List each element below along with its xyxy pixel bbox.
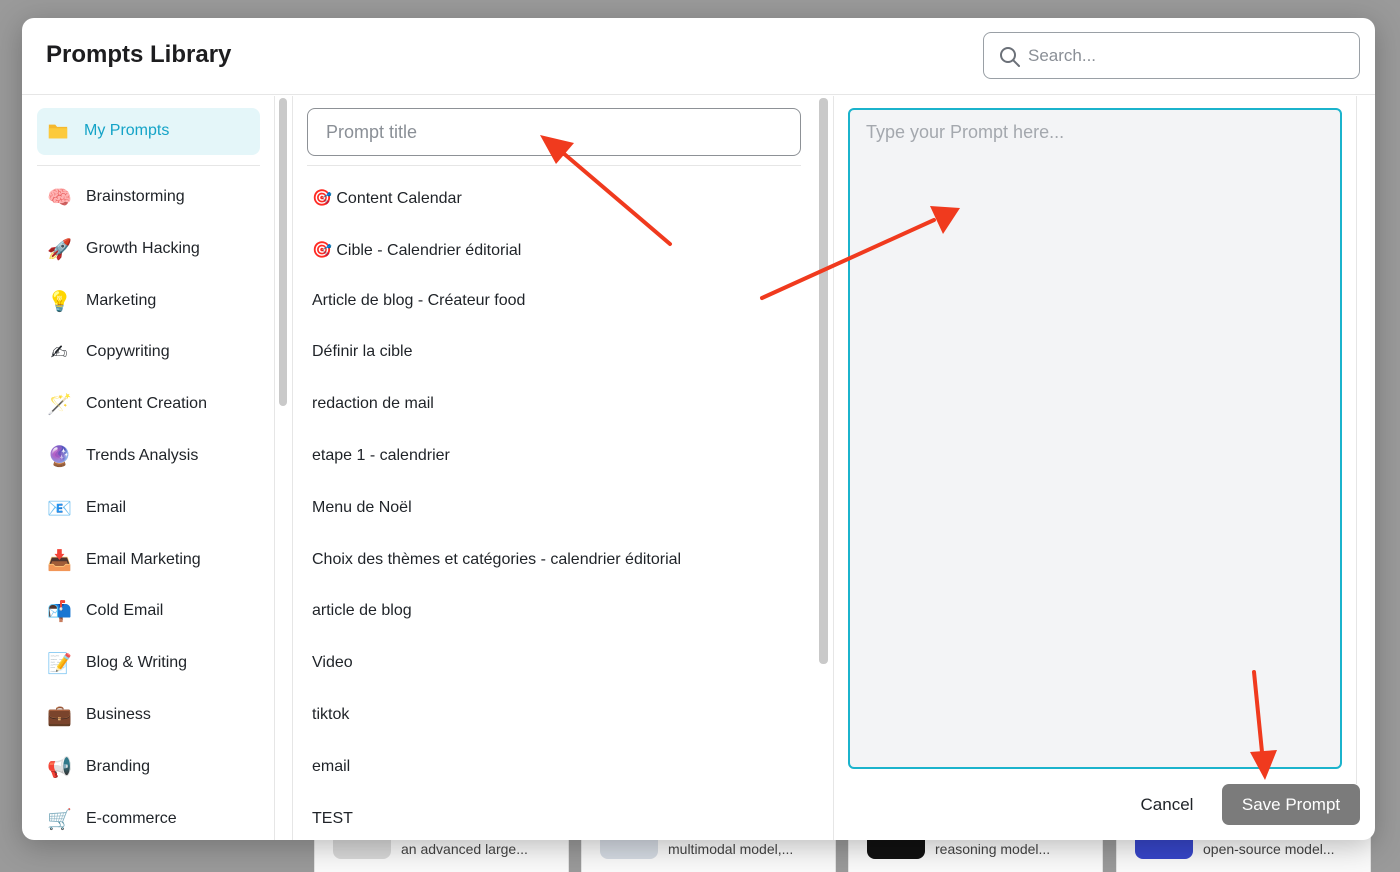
prompt-list-item[interactable]: Video (293, 638, 816, 690)
list-divider (307, 165, 801, 166)
sidebar-item-trends-analysis[interactable]: 🔮 Trends Analysis (22, 431, 274, 483)
search-box[interactable] (983, 32, 1360, 79)
prompt-item-title: article de blog (312, 602, 412, 620)
prompt-list-item[interactable]: Menu de Noël (293, 483, 816, 535)
megaphone-icon: 📢 (47, 756, 72, 779)
sidebar-item-email-marketing[interactable]: 📥 Email Marketing (22, 535, 274, 587)
shopping-cart-icon: 🛒 (47, 808, 72, 831)
sidebar-item-label: Trends Analysis (86, 446, 199, 464)
prompt-list-item[interactable]: 🎯 Content Calendar (293, 172, 816, 224)
prompt-item-title: Menu de Noël (312, 498, 412, 516)
category-sidebar: My Prompts 🧠 Brainstorming 🚀 Growth Hacking… (22, 96, 275, 840)
brain-icon: 🧠 (47, 187, 72, 209)
email-icon: 📧 (47, 497, 72, 520)
prompt-list-item[interactable]: etape 1 - calendrier (293, 431, 816, 483)
sidebar-item-label: Copywriting (86, 343, 170, 361)
sidebar-item-email[interactable]: 📧 Email (22, 483, 274, 535)
sidebar-item-label: Marketing (86, 291, 157, 309)
sidebar-item-label: Blog & Writing (86, 654, 188, 672)
sidebar-item-business[interactable]: 💼 Business (22, 690, 274, 742)
prompt-body-textarea[interactable] (848, 108, 1342, 769)
writing-hand-icon: ✍ (50, 342, 68, 365)
prompt-list-item[interactable]: article de blog (293, 586, 816, 638)
sidebar-item-label: Business (86, 705, 151, 723)
prompt-list-item[interactable]: Définir la cible (293, 327, 816, 379)
sidebar-item-cold-email[interactable]: 📬 Cold Email (22, 586, 274, 638)
prompt-item-title: 🎯 Cible - Calendrier éditorial (312, 241, 522, 259)
memo-icon: 📝 (47, 653, 72, 676)
prompt-item-title: tiktok (312, 705, 350, 723)
sidebar-item-label: My Prompts (84, 122, 170, 139)
prompt-list: 🎯 Content Calendar 🎯 Cible - Calendrier é… (293, 172, 816, 840)
model-description: multimodal model,... (668, 841, 794, 857)
model-description: reasoning model... (935, 841, 1051, 857)
magic-wand-icon: 🪄 (47, 394, 72, 417)
sidebar-item-content-creation[interactable]: 🪄 Content Creation (22, 379, 274, 431)
save-prompt-button[interactable]: Save Prompt (1222, 784, 1360, 825)
prompt-list-item[interactable]: Choix des thèmes et catégories - calendr… (293, 535, 816, 587)
sidebar-item-label: Email Marketing (86, 550, 201, 568)
prompt-list-item[interactable]: 🎯 Cible - Calendrier éditorial (293, 224, 816, 276)
sidebar-item-copywriting[interactable]: ✍ Copywriting (22, 327, 274, 379)
briefcase-icon: 💼 (47, 704, 72, 727)
model-description: open-source model... (1203, 841, 1335, 857)
crystal-ball-icon: 🔮 (47, 445, 72, 468)
lightbulb-icon: 💡 (47, 290, 72, 313)
sidebar-item-blog-writing[interactable]: 📝 Blog & Writing (22, 638, 274, 690)
prompt-list-column: 🎯 Content Calendar 🎯 Cible - Calendrier é… (293, 96, 816, 840)
sidebar-item-label: Brainstorming (86, 188, 185, 205)
modal-title: Prompts Library (46, 41, 232, 68)
editor-edge-divider (1356, 96, 1357, 784)
modal-header: Prompts Library (22, 18, 1375, 95)
cancel-button[interactable]: Cancel (1120, 784, 1214, 825)
sidebar-item-label: Email (86, 498, 127, 516)
prompt-item-title: TEST (312, 809, 353, 827)
inbox-tray-icon: 📥 (47, 549, 72, 572)
prompt-item-title: Article de blog - Créateur food (312, 291, 526, 309)
sidebar-scrollbar[interactable] (279, 98, 287, 406)
prompt-item-title: Video (312, 654, 353, 672)
model-description: an advanced large... (401, 841, 528, 857)
prompt-list-item[interactable]: redaction de mail (293, 379, 816, 431)
sidebar-item-growth-hacking[interactable]: 🚀 Growth Hacking (22, 224, 274, 276)
prompts-library-modal: Prompts Library My Prompts 🧠 Brainstormin… (22, 18, 1375, 840)
sidebar-divider (37, 165, 260, 166)
sidebar-item-my-prompts[interactable]: My Prompts (37, 108, 260, 155)
search-icon (1000, 47, 1020, 67)
prompt-list-item[interactable]: email (293, 742, 816, 794)
prompt-list-item[interactable]: TEST (293, 794, 816, 840)
prompt-item-title: Définir la cible (312, 343, 413, 361)
sidebar-item-label: Branding (86, 757, 151, 775)
sidebar-item-label: Growth Hacking (86, 239, 200, 257)
prompt-list-scrollbar[interactable] (819, 98, 828, 664)
prompt-item-title: etape 1 - calendrier (312, 446, 450, 464)
rocket-icon: 🚀 (47, 238, 72, 261)
prompt-item-title: redaction de mail (312, 395, 434, 413)
mailbox-icon: 📬 (47, 601, 72, 624)
sidebar-item-e-commerce[interactable]: 🛒 E-commerce (22, 794, 274, 840)
column-divider (833, 96, 834, 840)
sidebar-item-marketing[interactable]: 💡 Marketing (22, 276, 274, 328)
sidebar-item-label: Content Creation (86, 395, 207, 413)
prompt-list-item[interactable]: Article de blog - Créateur food (293, 276, 816, 328)
folder-icon (48, 124, 68, 139)
sidebar-item-label: E-commerce (86, 809, 177, 827)
prompt-item-title: Choix des thèmes et catégories - calendr… (312, 550, 682, 568)
search-input[interactable] (1028, 33, 1348, 78)
sidebar-item-brainstorming[interactable]: 🧠 Brainstorming (22, 172, 274, 224)
sidebar-item-label: Cold Email (86, 602, 164, 620)
category-list: 🧠 Brainstorming 🚀 Growth Hacking 💡 Marketing ✍… (22, 172, 274, 840)
prompt-item-title: 🎯 Content Calendar (312, 190, 462, 207)
prompt-list-item[interactable]: tiktok (293, 690, 816, 742)
prompt-title-input[interactable] (307, 108, 801, 156)
sidebar-item-branding[interactable]: 📢 Branding (22, 742, 274, 794)
prompt-item-title: email (312, 757, 351, 775)
